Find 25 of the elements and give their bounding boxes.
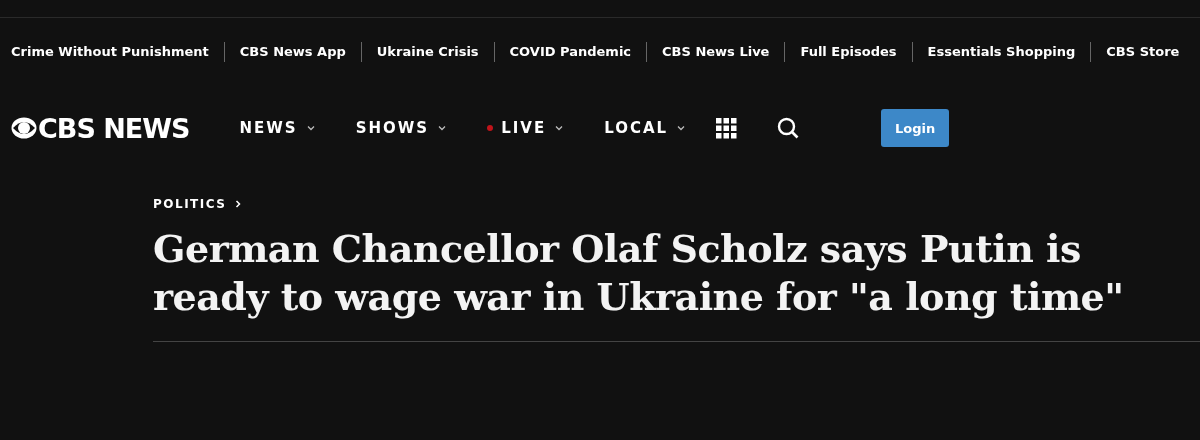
- article-headline: German Chancellor Olaf Scholz says Putin is ready to wage war in Ukraine for "a long time": [153, 225, 1125, 321]
- topic-link[interactable]: Essentials Shopping: [911, 42, 1091, 62]
- chevron-right-icon: [234, 199, 243, 209]
- eye-logo-icon: [11, 117, 37, 139]
- search-icon[interactable]: [777, 117, 800, 139]
- topic-link[interactable]: CBS Store: [1090, 42, 1195, 62]
- chevron-icon: [305, 123, 316, 133]
- chevron-icon: [437, 123, 448, 133]
- nav-menu-item[interactable]: SHOWS: [355, 119, 448, 137]
- logo-text: CBS NEWS: [38, 112, 190, 144]
- topic-link[interactable]: COVID Pandemic: [493, 42, 647, 62]
- live-dot-icon: [487, 125, 494, 131]
- nav-menu-item[interactable]: NEWS: [239, 119, 316, 137]
- login-button[interactable]: Login: [881, 109, 950, 147]
- nav-menu-item[interactable]: LIVE: [487, 119, 565, 137]
- topic-link[interactable]: CBS News App: [223, 42, 361, 62]
- topic-link[interactable]: CBS News Live: [646, 42, 785, 62]
- chevron-icon: [554, 123, 565, 133]
- apps-grid-icon[interactable]: [716, 117, 738, 139]
- topic-link[interactable]: Ukraine Crisis: [360, 42, 494, 62]
- chevron-icon: [676, 123, 687, 133]
- nav-menu-item[interactable]: LOCAL: [604, 119, 687, 137]
- topic-link[interactable]: Full Episodes: [784, 42, 912, 62]
- section-link[interactable]: POLITICS: [153, 197, 1200, 211]
- topic-link[interactable]: Crime Without Punishment: [11, 42, 224, 62]
